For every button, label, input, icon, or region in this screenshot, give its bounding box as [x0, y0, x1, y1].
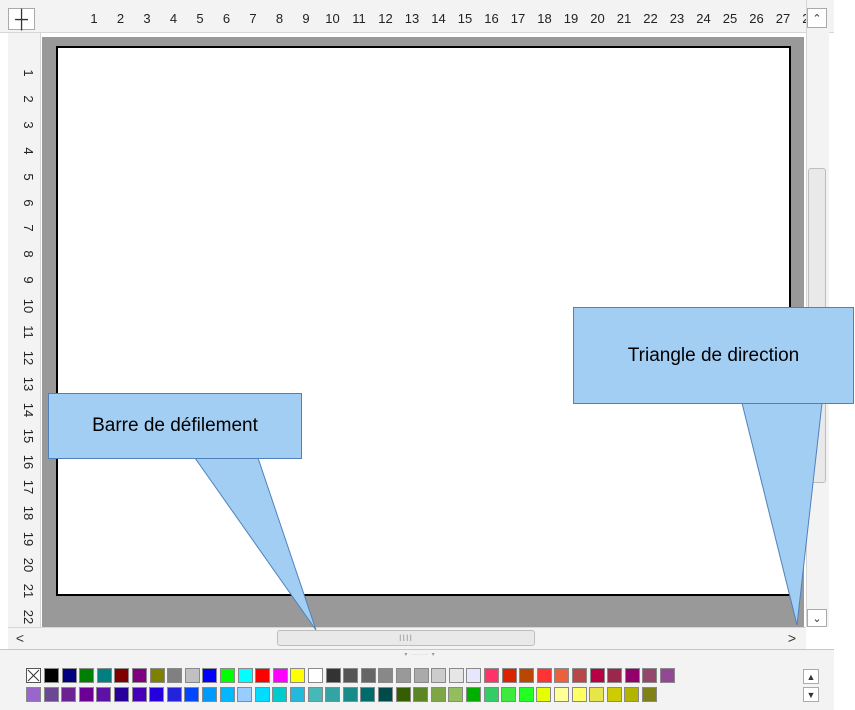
direction-callout-pointer [741, 402, 823, 626]
scrollbar-callout: Barre de défilement [48, 393, 302, 459]
scrollbar-callout-label: Barre de défilement [92, 415, 258, 436]
scrollbar-callout-pointer [194, 457, 317, 631]
direction-callout: Triangle de direction [573, 307, 854, 404]
direction-callout-label: Triangle de direction [627, 344, 800, 366]
